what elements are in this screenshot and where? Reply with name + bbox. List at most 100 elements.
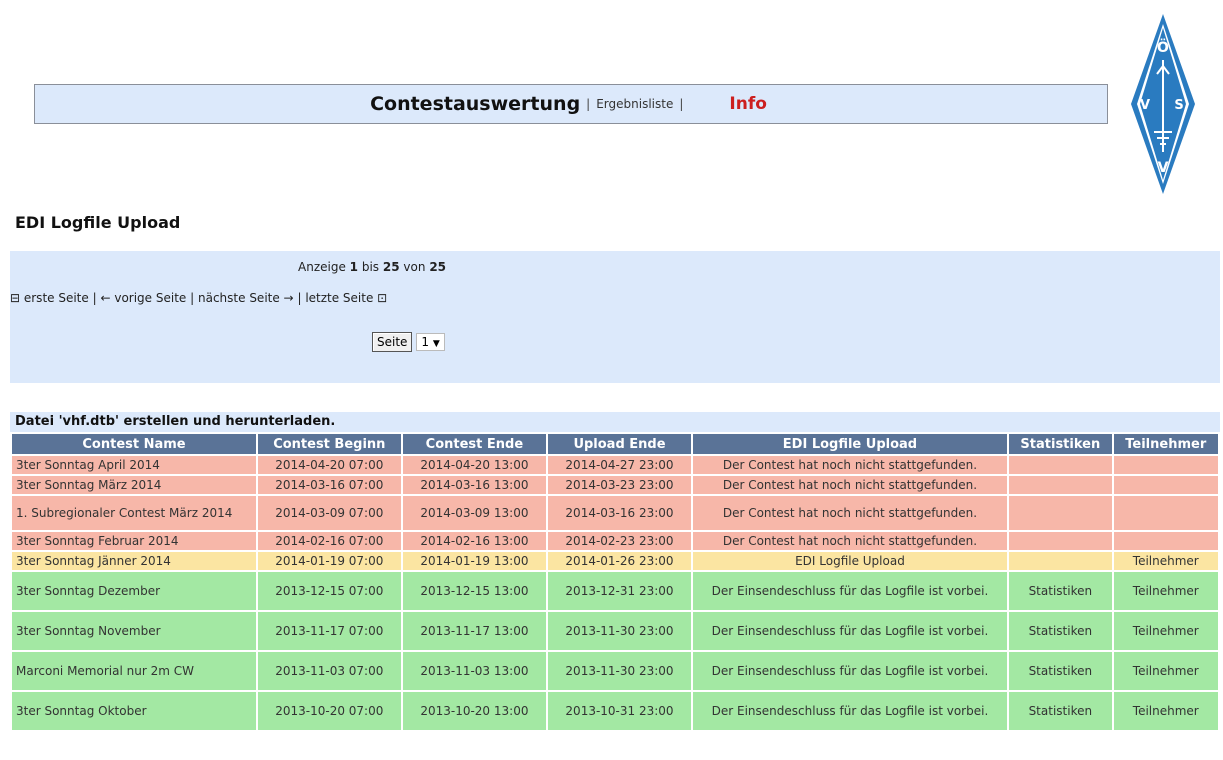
upload-ende: 2014-02-23 23:00 <box>548 532 691 550</box>
chevron-down-icon: ▼ <box>432 339 440 349</box>
contest-name: 3ter Sonntag Februar 2014 <box>12 532 257 550</box>
column-header[interactable]: Contest Ende <box>402 434 547 454</box>
nav-separator: | <box>586 97 591 111</box>
table-row: 1. Subregionaler Contest März 2014 2014-… <box>12 496 1218 530</box>
contest-name: 3ter Sonntag Jänner 2014 <box>12 552 257 570</box>
nav-info[interactable]: Info <box>729 94 767 114</box>
statistiken-link[interactable]: Statistiken <box>1009 652 1112 690</box>
top-nav-bar: Contestauswertung | Ergebnisliste | Info <box>34 84 1108 124</box>
teilnehmer-link[interactable]: Teilnehmer <box>1113 692 1218 730</box>
next-page-link[interactable]: nächste Seite → <box>198 291 294 305</box>
table-row: 3ter Sonntag November 2013-11-17 07:00 2… <box>12 612 1218 650</box>
contest-beginn: 2014-03-16 07:00 <box>258 476 401 494</box>
upload-status: Der Einsendeschluss für das Logfile ist … <box>692 692 1008 730</box>
contest-ende: 2014-03-09 13:00 <box>402 496 547 530</box>
edi-upload-link[interactable]: EDI Logfile Upload <box>692 552 1008 570</box>
oevsv-logo-icon: Ö V S V <box>1131 14 1195 194</box>
download-link[interactable]: Datei 'vhf.dtb' erstellen und herunterla… <box>10 412 1220 432</box>
result-count: Anzeige 1 bis 25 von 25 <box>298 260 447 274</box>
contest-beginn: 2013-10-20 07:00 <box>258 692 401 730</box>
teilnehmer-link[interactable]: Teilnehmer <box>1113 552 1218 570</box>
teilnehmer-link[interactable]: Teilnehmer <box>1113 612 1218 650</box>
page-title: EDI Logfile Upload <box>15 213 181 232</box>
teilnehmer-link[interactable]: Teilnehmer <box>1113 572 1218 610</box>
statistiken-cell <box>1009 456 1112 474</box>
pagination-panel: Anzeige 1 bis 25 von 25 ⊟ erste Seite | … <box>10 251 1220 383</box>
contest-beginn: 2014-04-20 07:00 <box>258 456 401 474</box>
teilnehmer-cell <box>1113 532 1218 550</box>
upload-ende: 2014-03-23 23:00 <box>548 476 691 494</box>
upload-status: Der Contest hat noch nicht stattgefunden… <box>692 532 1008 550</box>
upload-ende: 2014-04-27 23:00 <box>548 456 691 474</box>
upload-status: Der Einsendeschluss für das Logfile ist … <box>692 652 1008 690</box>
contest-name: 3ter Sonntag April 2014 <box>12 456 257 474</box>
pagination-links: ⊟ erste Seite | ← vorige Seite | nächste… <box>10 291 387 305</box>
svg-text:V: V <box>1158 160 1169 176</box>
statistiken-cell <box>1009 496 1112 530</box>
upload-status: Der Einsendeschluss für das Logfile ist … <box>692 612 1008 650</box>
svg-text:Ö: Ö <box>1157 38 1169 56</box>
contest-beginn: 2013-11-17 07:00 <box>258 612 401 650</box>
contest-beginn: 2014-02-16 07:00 <box>258 532 401 550</box>
contest-name: 3ter Sonntag November <box>12 612 257 650</box>
contest-beginn: 2013-12-15 07:00 <box>258 572 401 610</box>
upload-ende: 2013-11-30 23:00 <box>548 652 691 690</box>
table-row: 3ter Sonntag März 2014 2014-03-16 07:00 … <box>12 476 1218 494</box>
contest-ende: 2013-11-17 13:00 <box>402 612 547 650</box>
contest-beginn: 2013-11-03 07:00 <box>258 652 401 690</box>
contest-name: 3ter Sonntag Oktober <box>12 692 257 730</box>
contest-ende: 2014-04-20 13:00 <box>402 456 547 474</box>
contest-ende: 2013-10-20 13:00 <box>402 692 547 730</box>
statistiken-cell <box>1009 552 1112 570</box>
statistiken-link[interactable]: Statistiken <box>1009 612 1112 650</box>
last-page-link[interactable]: letzte Seite ⊡ <box>305 291 387 305</box>
contest-beginn: 2014-01-19 07:00 <box>258 552 401 570</box>
teilnehmer-cell <box>1113 496 1218 530</box>
contest-ende: 2014-03-16 13:00 <box>402 476 547 494</box>
contest-name: 3ter Sonntag Dezember <box>12 572 257 610</box>
contest-ende: 2014-02-16 13:00 <box>402 532 547 550</box>
upload-status: Der Contest hat noch nicht stattgefunden… <box>692 456 1008 474</box>
svg-text:V: V <box>1140 98 1150 113</box>
pager-separator: | <box>297 291 302 305</box>
teilnehmer-link[interactable]: Teilnehmer <box>1113 652 1218 690</box>
table-row: 3ter Sonntag Dezember 2013-12-15 07:00 2… <box>12 572 1218 610</box>
upload-ende: 2013-12-31 23:00 <box>548 572 691 610</box>
upload-ende: 2014-01-26 23:00 <box>548 552 691 570</box>
contest-table: Contest Name Contest Beginn Contest Ende… <box>10 432 1220 732</box>
table-row: 3ter Sonntag Jänner 2014 2014-01-19 07:0… <box>12 552 1218 570</box>
column-header[interactable]: Contest Beginn <box>258 434 401 454</box>
upload-status: Der Einsendeschluss für das Logfile ist … <box>692 572 1008 610</box>
upload-status: Der Contest hat noch nicht stattgefunden… <box>692 496 1008 530</box>
table-row: Marconi Memorial nur 2m CW 2013-11-03 07… <box>12 652 1218 690</box>
pager-separator: | <box>92 291 97 305</box>
page-number-select[interactable]: 1 ▼ <box>416 333 445 351</box>
nav-separator: | <box>679 97 684 111</box>
contest-name: 3ter Sonntag März 2014 <box>12 476 257 494</box>
teilnehmer-cell <box>1113 476 1218 494</box>
teilnehmer-cell <box>1113 456 1218 474</box>
first-page-link[interactable]: ⊟ erste Seite <box>10 291 89 305</box>
statistiken-link[interactable]: Statistiken <box>1009 572 1112 610</box>
upload-ende: 2013-11-30 23:00 <box>548 612 691 650</box>
table-row: 3ter Sonntag April 2014 2014-04-20 07:00… <box>12 456 1218 474</box>
seite-button[interactable]: Seite <box>372 332 413 352</box>
table-row: 3ter Sonntag Oktober 2013-10-20 07:00 20… <box>12 692 1218 730</box>
statistiken-link[interactable]: Statistiken <box>1009 692 1112 730</box>
upload-ende: 2013-10-31 23:00 <box>548 692 691 730</box>
pager-separator: | <box>190 291 195 305</box>
column-header: Teilnehmer <box>1113 434 1218 454</box>
contest-ende: 2014-01-19 13:00 <box>402 552 547 570</box>
nav-ergebnisliste[interactable]: Ergebnisliste <box>596 97 673 111</box>
contest-name: Marconi Memorial nur 2m CW <box>12 652 257 690</box>
contest-beginn: 2014-03-09 07:00 <box>258 496 401 530</box>
contest-ende: 2013-11-03 13:00 <box>402 652 547 690</box>
page-number-value: 1 <box>421 335 430 349</box>
previous-page-link[interactable]: ← vorige Seite <box>100 291 186 305</box>
table-header-row: Contest Name Contest Beginn Contest Ende… <box>12 434 1218 454</box>
column-header[interactable]: Upload Ende <box>548 434 691 454</box>
statistiken-cell <box>1009 476 1112 494</box>
column-header: Statistiken <box>1009 434 1112 454</box>
column-header[interactable]: Contest Name <box>12 434 257 454</box>
nav-contestauswertung[interactable]: Contestauswertung <box>370 93 580 115</box>
